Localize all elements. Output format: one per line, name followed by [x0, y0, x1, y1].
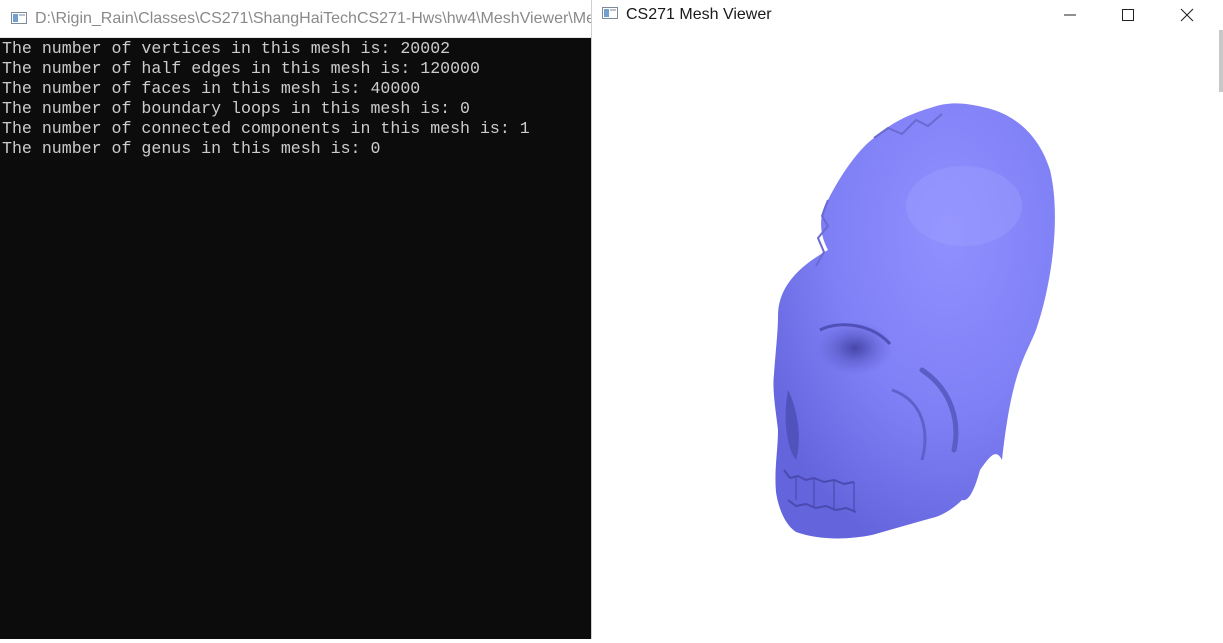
- console-window[interactable]: D:\Rigin_Rain\Classes\CS271\ShangHaiTech…: [0, 0, 591, 639]
- skull-mesh: [773, 103, 1055, 539]
- console-line: The number of vertices in this mesh is: …: [2, 39, 451, 58]
- console-titlebar[interactable]: D:\Rigin_Rain\Classes\CS271\ShangHaiTech…: [0, 0, 591, 38]
- skull-silhouette: [773, 103, 1055, 539]
- console-line: The number of connected components in th…: [2, 119, 530, 138]
- console-line: The number of half edges in this mesh is…: [2, 59, 480, 78]
- close-icon: [1180, 8, 1194, 22]
- console-output: The number of vertices in this mesh is: …: [2, 39, 530, 159]
- close-button[interactable]: [1158, 0, 1216, 30]
- mesh-viewer-window[interactable]: CS271 Mesh Viewer: [591, 0, 1223, 639]
- console-line: The number of boundary loops in this mes…: [2, 99, 471, 118]
- minimize-icon: [1064, 14, 1076, 16]
- console-title: D:\Rigin_Rain\Classes\CS271\ShangHaiTech…: [35, 10, 591, 27]
- maximize-button[interactable]: [1099, 0, 1157, 30]
- viewer-titlebar[interactable]: CS271 Mesh Viewer: [592, 0, 1223, 30]
- console-line: The number of faces in this mesh is: 400…: [2, 79, 421, 98]
- minimize-button[interactable]: [1041, 0, 1099, 30]
- cranium-highlight: [906, 166, 1022, 246]
- console-line: The number of genus in this mesh is: 0: [2, 139, 381, 158]
- viewer-title: CS271 Mesh Viewer: [626, 6, 772, 23]
- viewer-app-icon: [602, 7, 618, 19]
- maximize-icon: [1122, 9, 1134, 21]
- eye-socket: [817, 321, 893, 375]
- console-app-icon: [11, 12, 27, 24]
- render-canvas[interactable]: [592, 30, 1223, 639]
